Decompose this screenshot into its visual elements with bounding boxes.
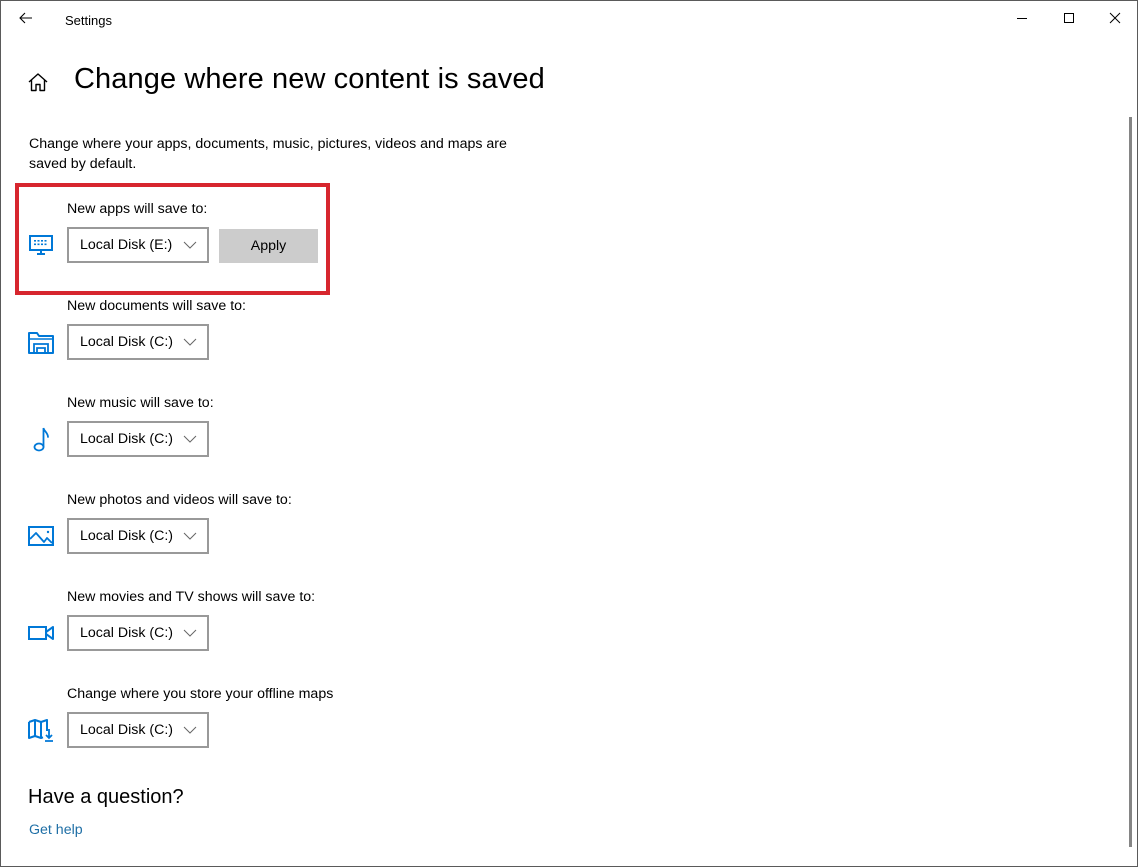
chevron-down-icon: [183, 532, 197, 540]
help-heading: Have a question?: [28, 786, 184, 808]
chevron-down-icon: [183, 726, 197, 734]
settings-window: Settings Change where new content is sav…: [0, 0, 1138, 867]
movies-location-dropdown[interactable]: Local Disk (C:): [67, 615, 209, 651]
chevron-down-icon: [183, 435, 197, 443]
maps-location-dropdown[interactable]: Local Disk (C:): [67, 712, 209, 748]
chevron-down-icon: [183, 241, 197, 249]
vertical-scrollbar[interactable]: [1129, 117, 1132, 847]
app-title: Settings: [65, 13, 112, 28]
apps-location-dropdown[interactable]: Local Disk (E:): [67, 227, 209, 263]
chevron-down-icon: [183, 338, 197, 346]
setting-new-documents: New documents will save to: Local Disk (…: [1, 298, 601, 378]
page-title: Change where new content is saved: [74, 63, 545, 95]
setting-label: New documents will save to:: [67, 298, 246, 314]
title-bar: Settings: [1, 1, 1137, 35]
setting-offline-maps: Change where you store your offline maps…: [1, 686, 601, 766]
dropdown-value: Local Disk (C:): [80, 431, 174, 447]
arrow-left-icon: [19, 12, 32, 24]
setting-new-photos: New photos and videos will save to: Loca…: [1, 492, 601, 572]
maximize-icon: [1064, 13, 1074, 23]
picture-icon: [27, 523, 55, 549]
setting-label: Change where you store your offline maps: [67, 686, 334, 702]
chevron-down-icon: [183, 629, 197, 637]
music-note-icon: [27, 426, 55, 452]
close-icon: [1109, 12, 1121, 24]
close-button[interactable]: [1092, 1, 1138, 35]
setting-label: New music will save to:: [67, 395, 214, 411]
video-camera-icon: [27, 620, 55, 646]
home-button[interactable]: [27, 71, 49, 93]
dropdown-value: Local Disk (C:): [80, 528, 174, 544]
dropdown-value: Local Disk (C:): [80, 722, 174, 738]
dropdown-value: Local Disk (E:): [80, 237, 173, 253]
back-button[interactable]: [9, 3, 43, 33]
page-description: Change where your apps, documents, music…: [29, 136, 507, 172]
folder-icon: [27, 329, 55, 355]
photos-location-dropdown[interactable]: Local Disk (C:): [67, 518, 209, 554]
music-location-dropdown[interactable]: Local Disk (C:): [67, 421, 209, 457]
dropdown-value: Local Disk (C:): [80, 625, 174, 641]
setting-label: New apps will save to:: [67, 201, 208, 217]
documents-location-dropdown[interactable]: Local Disk (C:): [67, 324, 209, 360]
minimize-icon: [1017, 18, 1027, 19]
get-help-link[interactable]: Get help: [29, 822, 83, 838]
home-icon: [28, 73, 48, 92]
maximize-button[interactable]: [1046, 1, 1092, 35]
minimize-button[interactable]: [999, 1, 1045, 35]
dropdown-value: Local Disk (C:): [80, 334, 174, 350]
setting-label: New photos and videos will save to:: [67, 492, 292, 508]
setting-new-apps: New apps will save to: Local Disk (E:) A…: [1, 201, 601, 281]
setting-new-movies: New movies and TV shows will save to: Lo…: [1, 589, 601, 669]
setting-label: New movies and TV shows will save to:: [67, 589, 316, 605]
setting-new-music: New music will save to: Local Disk (C:): [1, 395, 601, 475]
apply-button[interactable]: Apply: [219, 229, 318, 263]
monitor-icon: [27, 232, 55, 258]
map-download-icon: [27, 717, 55, 743]
